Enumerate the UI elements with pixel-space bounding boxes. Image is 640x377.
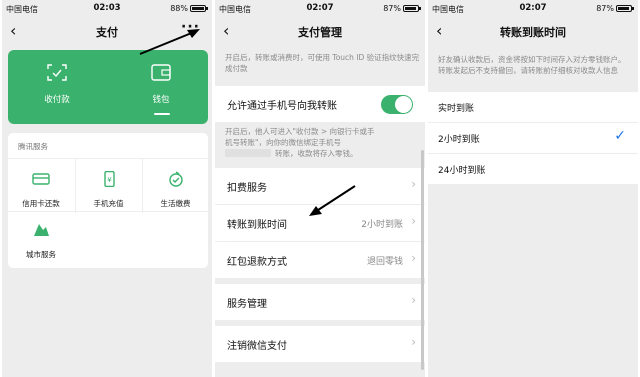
nav-bar: ‹ 转账到账时间 (428, 18, 638, 46)
utility-bill-icon (168, 171, 183, 187)
page-title: 支付管理 (298, 26, 342, 39)
svg-text:¥: ¥ (107, 176, 112, 184)
option-label: 2小时到账 (438, 135, 480, 145)
chevron-right-icon: › (411, 335, 416, 349)
status-bar: 中国电信 02:03 88% (2, 0, 212, 18)
receive-pay-button[interactable]: 收付款 (22, 64, 92, 105)
note-line: 开启后，他人可进入"收付款 > 向银行卡或手 (225, 127, 375, 136)
note-line: 机号转账"，向你的微信绑定手机号 (225, 138, 341, 147)
wallet-card: 收付款 钱包 (8, 50, 208, 124)
wallet-button[interactable]: 钱包 (126, 64, 196, 105)
tencent-services-card: 腾讯服务 信用卡还款 ¥ 手机充值 生活缴费 城市服务 (8, 133, 208, 268)
services-header: 腾讯服务 (18, 142, 48, 151)
service-label: 手机充值 (93, 199, 124, 208)
battery-icon (190, 5, 208, 12)
battery-percent: 87% (383, 4, 401, 13)
deduct-service-label: 扣费服务 (227, 183, 267, 194)
wallet-label: 钱包 (152, 95, 170, 105)
service-management-row[interactable]: 服务管理 › (215, 284, 425, 320)
mobile-topup-icon: ¥ (103, 171, 115, 187)
redacted-phone (225, 149, 271, 157)
phone-transfer-toggle[interactable] (381, 95, 413, 114)
status-bar: 中国电信 02:07 87% (428, 0, 638, 18)
scrollbar[interactable] (421, 150, 424, 370)
service-mobile-topup[interactable]: ¥ 手机充值 (75, 159, 141, 213)
checkmark-icon: ✓ (614, 128, 626, 144)
city-service-icon (34, 224, 49, 236)
transfer-time-label: 转账到账时间 (227, 220, 287, 231)
battery-icon (616, 5, 634, 12)
service-credit-card[interactable]: 信用卡还款 (8, 159, 74, 213)
cancel-pay-label: 注销微信支付 (227, 341, 287, 352)
service-city[interactable]: 城市服务 (8, 212, 74, 266)
option-label: 实时到账 (438, 104, 475, 114)
page-title: 转账到账时间 (500, 26, 566, 39)
red-packet-refund-row[interactable]: 红包退款方式 退回零钱 › (215, 242, 425, 278)
chevron-right-icon: › (411, 251, 416, 265)
receive-pay-label: 收付款 (44, 95, 70, 105)
battery-percent: 87% (596, 4, 614, 13)
cancel-pay-row[interactable]: 注销微信支付 › (215, 326, 425, 362)
chevron-right-icon: › (411, 177, 416, 191)
credit-card-icon (32, 173, 50, 185)
touchid-note: 开启后，转账或消费时，可使用 Touch ID 验证指纹快速完成付款 (225, 53, 420, 73)
battery-percent: 88% (170, 4, 188, 13)
phone-transfer-row: 允许通过手机号向我转账 (215, 86, 425, 122)
transfer-time-screen: 中国电信 02:07 87% ‹ 转账到账时间 好友确认收款后，资金将按如下时间… (428, 0, 638, 377)
phone-transfer-label: 允许通过手机号向我转账 (227, 101, 337, 112)
annotation-arrow-icon (139, 29, 200, 55)
nav-bar: ‹ 支付管理 (215, 18, 425, 46)
option-label: 24小时到账 (438, 166, 486, 176)
payment-screen: 中国电信 02:03 88% ‹ 支付 ··· 收付款 钱包 腾讯服务 信用卡还… (2, 0, 212, 377)
option-realtime[interactable]: 实时到账 (428, 92, 638, 122)
service-label: 信用卡还款 (22, 199, 60, 208)
chevron-right-icon: › (411, 293, 416, 307)
red-packet-refund-value: 退回零钱 (366, 257, 403, 267)
wallet-underline (154, 113, 170, 115)
wallet-icon (151, 64, 171, 81)
option-2-hours[interactable]: 2小时到账 ✓ (428, 123, 638, 153)
option-24-hours[interactable]: 24小时到账 (428, 154, 638, 184)
annotation-arrow-icon (309, 185, 356, 216)
status-bar: 中国电信 02:07 87% (215, 0, 425, 18)
service-management-label: 服务管理 (227, 299, 267, 310)
service-utility-bill[interactable]: 生活缴费 (142, 159, 208, 213)
service-label: 城市服务 (26, 250, 56, 259)
battery-icon (403, 5, 421, 12)
red-packet-refund-label: 红包退款方式 (227, 257, 287, 268)
payment-management-screen: 中国电信 02:07 87% ‹ 支付管理 开启后，转账或消费时，可使用 Tou… (215, 0, 425, 377)
transfer-time-value: 2小时到账 (361, 220, 403, 230)
scan-pay-icon (47, 64, 67, 81)
chevron-right-icon: › (411, 214, 416, 228)
services-grid: 信用卡还款 ¥ 手机充值 生活缴费 (8, 158, 208, 213)
transfer-time-note: 好友确认收款后，资金将按如下时间存入对方零钱账户。转账发起后不支持撤回，请转账前… (438, 55, 626, 75)
service-label: 生活缴费 (160, 199, 191, 208)
